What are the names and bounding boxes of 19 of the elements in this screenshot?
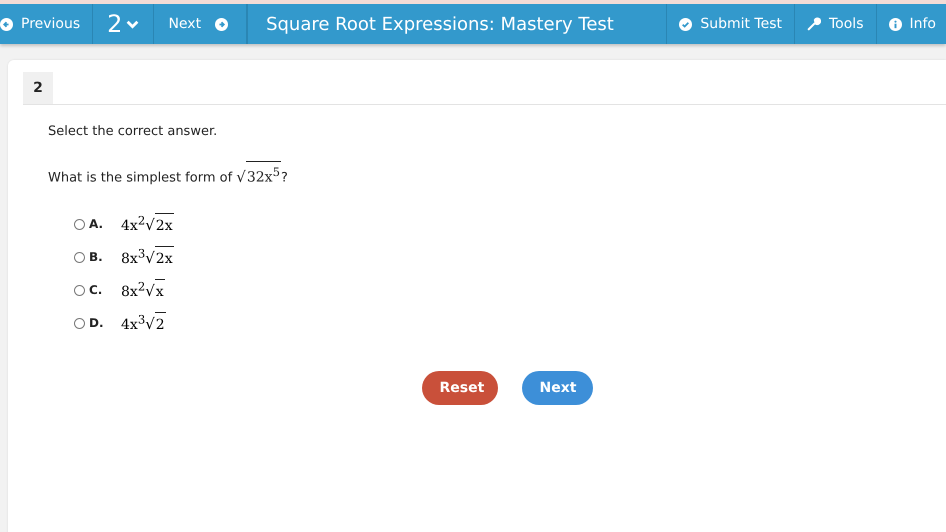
reset-button[interactable]: Reset [422,370,498,405]
question-text: What is the simplest form of √32x$^{5}$? [48,161,946,187]
option-letter: B. [89,250,104,264]
tools-button[interactable]: Tools [795,4,876,44]
previous-button[interactable]: Previous [0,4,94,44]
instruction-text: Select the correct answer. [48,124,218,139]
info-button[interactable]: Info [876,4,946,44]
submit-test-button[interactable]: Submit Test [666,4,795,44]
option-letter: A. [89,217,104,232]
option-letter: C. [89,283,104,298]
next-question-button[interactable]: Next [154,4,248,44]
next-button[interactable]: Next [522,370,592,405]
question-number: 2 [23,72,53,104]
option-letter: D. [89,316,105,330]
answer-expression: 4x$^{3}$√2 [121,312,166,334]
question-selector[interactable]: 2 [93,4,154,44]
answer-expression: 4x$^{2}$√2x [121,213,174,236]
answer-expression: 8x$^{3}$√2x [121,246,174,268]
answer-expression: 8x$^{2}$√x [121,279,165,302]
